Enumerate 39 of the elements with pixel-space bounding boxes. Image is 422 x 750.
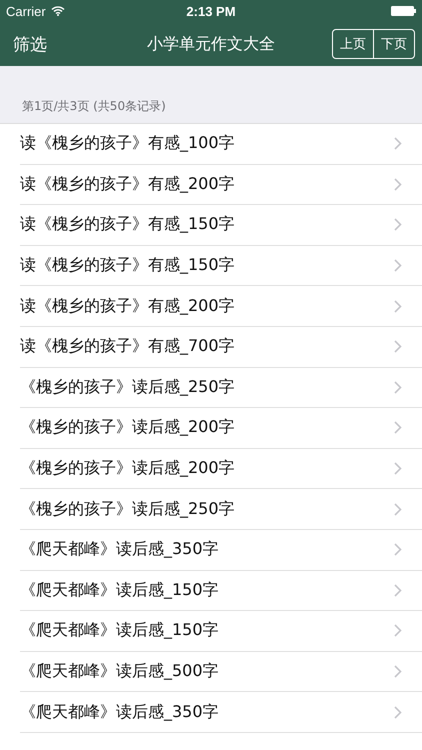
chevron-icon <box>394 584 402 597</box>
battery-icon <box>391 6 416 16</box>
chevron-icon <box>394 137 402 150</box>
list-row[interactable]: 读《槐乡的孩子》有感_700字 <box>20 326 422 368</box>
section-header: 第1页/共3页 (共50条记录) <box>0 66 422 124</box>
list-row[interactable]: 读《槐乡的孩子》有感_200字 <box>20 286 422 327</box>
list-row[interactable]: 《爬天都峰》读后感_350字 <box>20 530 422 571</box>
chevron-icon <box>394 340 402 354</box>
list-row[interactable]: 读《槐乡的孩子》有感_150字 <box>20 205 422 246</box>
list-row[interactable]: 读《槐乡的孩子》有感_200字 <box>20 164 422 206</box>
list-row[interactable]: 《槐乡的孩子》读后感_250字 <box>20 489 422 530</box>
status-time: 2:13 PM <box>185 4 237 18</box>
chevron-icon <box>394 300 402 313</box>
list-row[interactable]: 《槐乡的孩子》读后感_200字 <box>20 408 422 449</box>
list-row[interactable]: 《槐乡的孩子》读后感_200字 <box>20 448 422 490</box>
chevron-icon <box>394 665 402 678</box>
nav-title: 小学单元作文大全 <box>146 34 276 54</box>
list-row[interactable]: 《爬天都峰》读后感_350字 <box>20 692 422 733</box>
page-button[interactable]: 下页 <box>373 30 414 58</box>
list-row[interactable]: 读《槐乡的孩子》有感_150字 <box>20 246 422 286</box>
list-row[interactable]: 《槐乡的孩子》读后感_250字 <box>20 368 422 408</box>
chevron-icon <box>394 624 402 638</box>
chevron-icon <box>394 380 402 394</box>
chevron-icon <box>394 421 402 434</box>
chevron-icon <box>394 259 402 272</box>
chevron-icon <box>394 218 402 232</box>
chevron-icon <box>394 178 402 191</box>
chevron-icon <box>394 502 402 516</box>
chevron-icon <box>394 543 402 556</box>
list-row[interactable]: 《爬天都峰》读后感_150字 <box>20 611 422 652</box>
list-row[interactable]: 《爬天都峰》读后感_150字 <box>20 570 422 612</box>
filter-button[interactable]: 筛选 <box>13 32 47 56</box>
wifi-icon <box>50 6 65 16</box>
carrier-label: Carrier <box>6 4 46 18</box>
chevron-icon <box>394 462 402 476</box>
list-row[interactable]: 《爬天都峰》读后感_500字 <box>20 652 422 692</box>
page-button[interactable]: 上页 <box>333 30 373 58</box>
list-row[interactable]: 读《槐乡的孩子》有感_100字 <box>20 124 422 165</box>
chevron-icon <box>394 706 402 719</box>
